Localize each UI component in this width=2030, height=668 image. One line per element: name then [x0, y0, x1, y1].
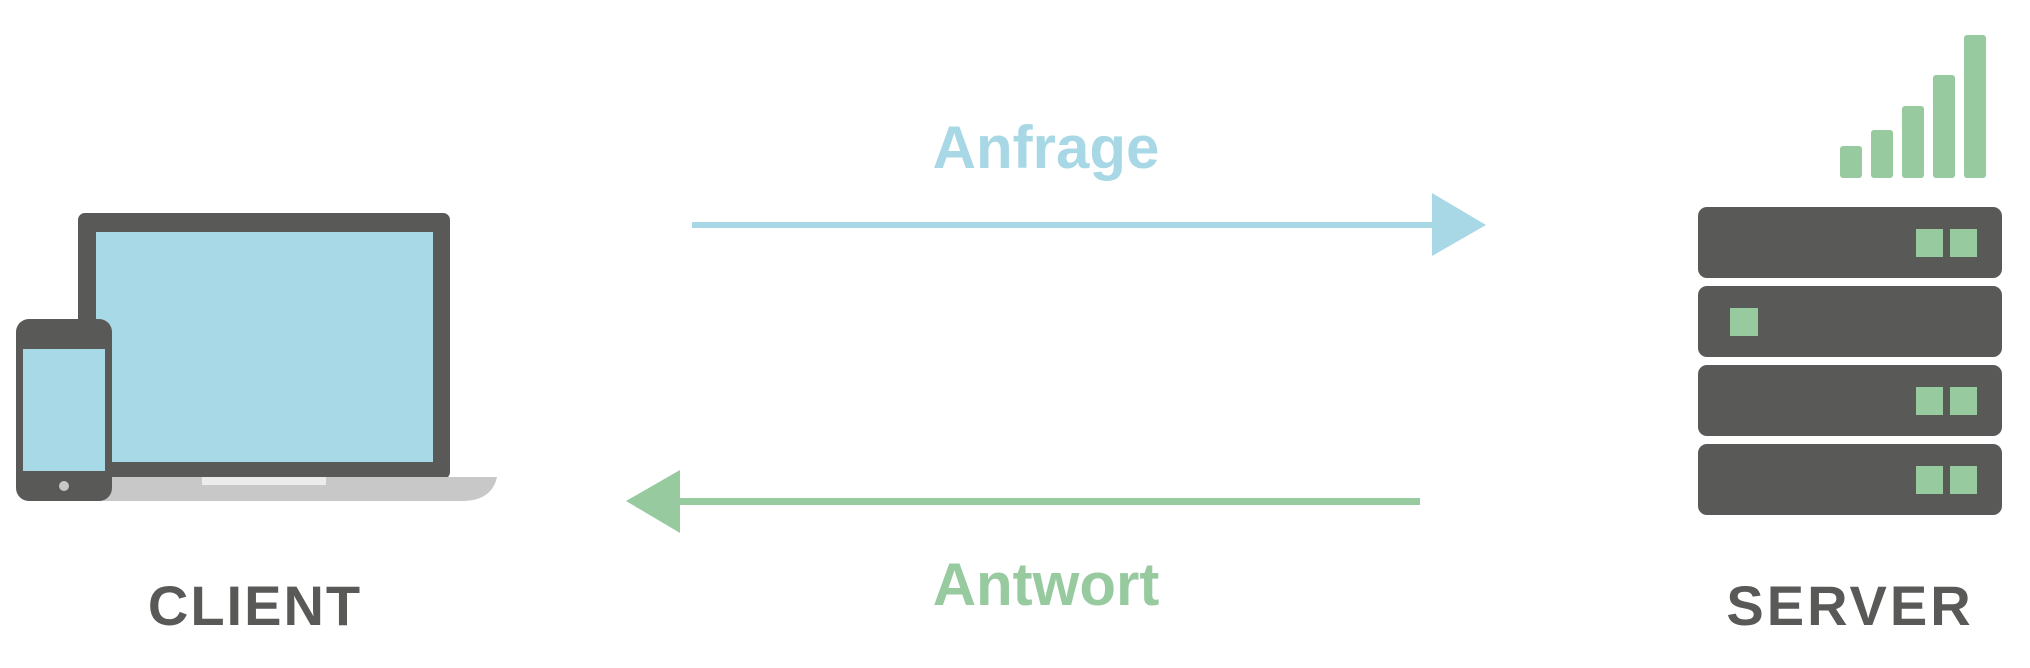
- signal-strength-icon: [1840, 35, 1986, 178]
- signal-bar: [1840, 146, 1862, 178]
- server-indicator-light: [1950, 387, 1977, 415]
- server-indicator-light: [1730, 308, 1758, 336]
- server-unit: [1698, 286, 2002, 357]
- server-indicator-light: [1916, 387, 1943, 415]
- server-rack-icon: [1698, 207, 2002, 515]
- client-label: CLIENT: [148, 574, 362, 637]
- signal-bar: [1902, 106, 1924, 178]
- server-indicator-light: [1950, 229, 1977, 257]
- request-label: Anfrage: [933, 114, 1160, 181]
- laptop-icon: [60, 213, 497, 501]
- server-indicator-light: [1950, 466, 1977, 494]
- request-arrow-line: [692, 222, 1436, 228]
- signal-bar: [1933, 75, 1955, 178]
- phone-home-button: [59, 481, 69, 491]
- laptop-trackpad-notch: [202, 477, 326, 485]
- smartphone-icon: [16, 319, 112, 501]
- signal-bar: [1964, 35, 1986, 178]
- signal-bar: [1871, 130, 1893, 178]
- response-arrow-line: [670, 498, 1420, 505]
- server-label: SERVER: [1726, 574, 1973, 637]
- laptop-screen: [96, 232, 433, 462]
- request-arrowhead: [1432, 193, 1486, 256]
- server-unit: [1698, 365, 2002, 436]
- response-arrowhead: [626, 470, 680, 533]
- client-server-diagram: CLIENT Anfrage Antwort SERVER: [16, 35, 2002, 637]
- phone-screen: [23, 349, 105, 471]
- request-arrow: [692, 193, 1486, 256]
- server-indicator-light: [1916, 466, 1943, 494]
- response-label: Antwort: [933, 551, 1160, 618]
- response-arrow: [626, 470, 1420, 533]
- server-indicator-light: [1916, 229, 1943, 257]
- server-unit: [1698, 444, 2002, 515]
- server-unit: [1698, 207, 2002, 278]
